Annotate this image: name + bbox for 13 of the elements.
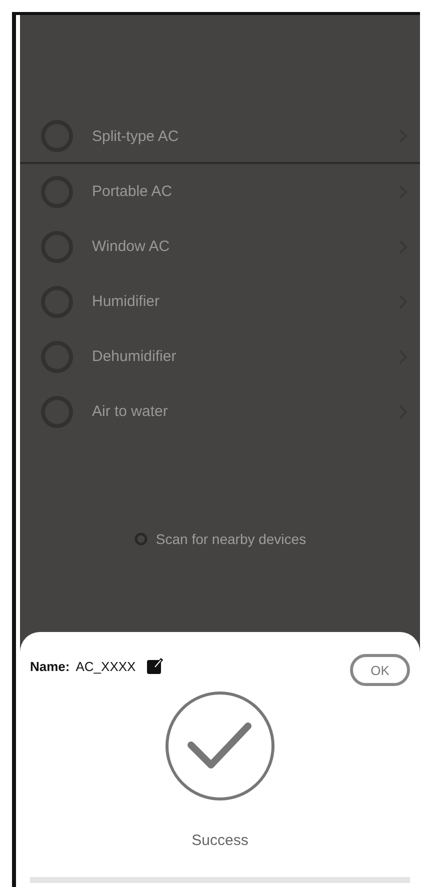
device-type-item[interactable]: Window AC — [20, 219, 420, 274]
scan-button[interactable]: Scan for nearby devices — [130, 527, 310, 551]
success-check-icon — [164, 690, 276, 802]
name-label: Name: — [30, 658, 70, 674]
ok-button[interactable]: OK — [350, 654, 410, 686]
device-type-item[interactable]: Portable AC — [20, 164, 420, 219]
device-type-item[interactable]: Air to water — [20, 384, 420, 439]
status-text: Success — [192, 832, 248, 849]
device-type-item[interactable]: Split-type AC — [20, 110, 420, 164]
device-type-item[interactable]: Humidifier — [20, 274, 420, 329]
device-type-item[interactable]: Dehumidifier — [20, 329, 420, 384]
device-name: AC_XXXX — [76, 658, 136, 674]
edit-icon[interactable] — [146, 657, 164, 675]
